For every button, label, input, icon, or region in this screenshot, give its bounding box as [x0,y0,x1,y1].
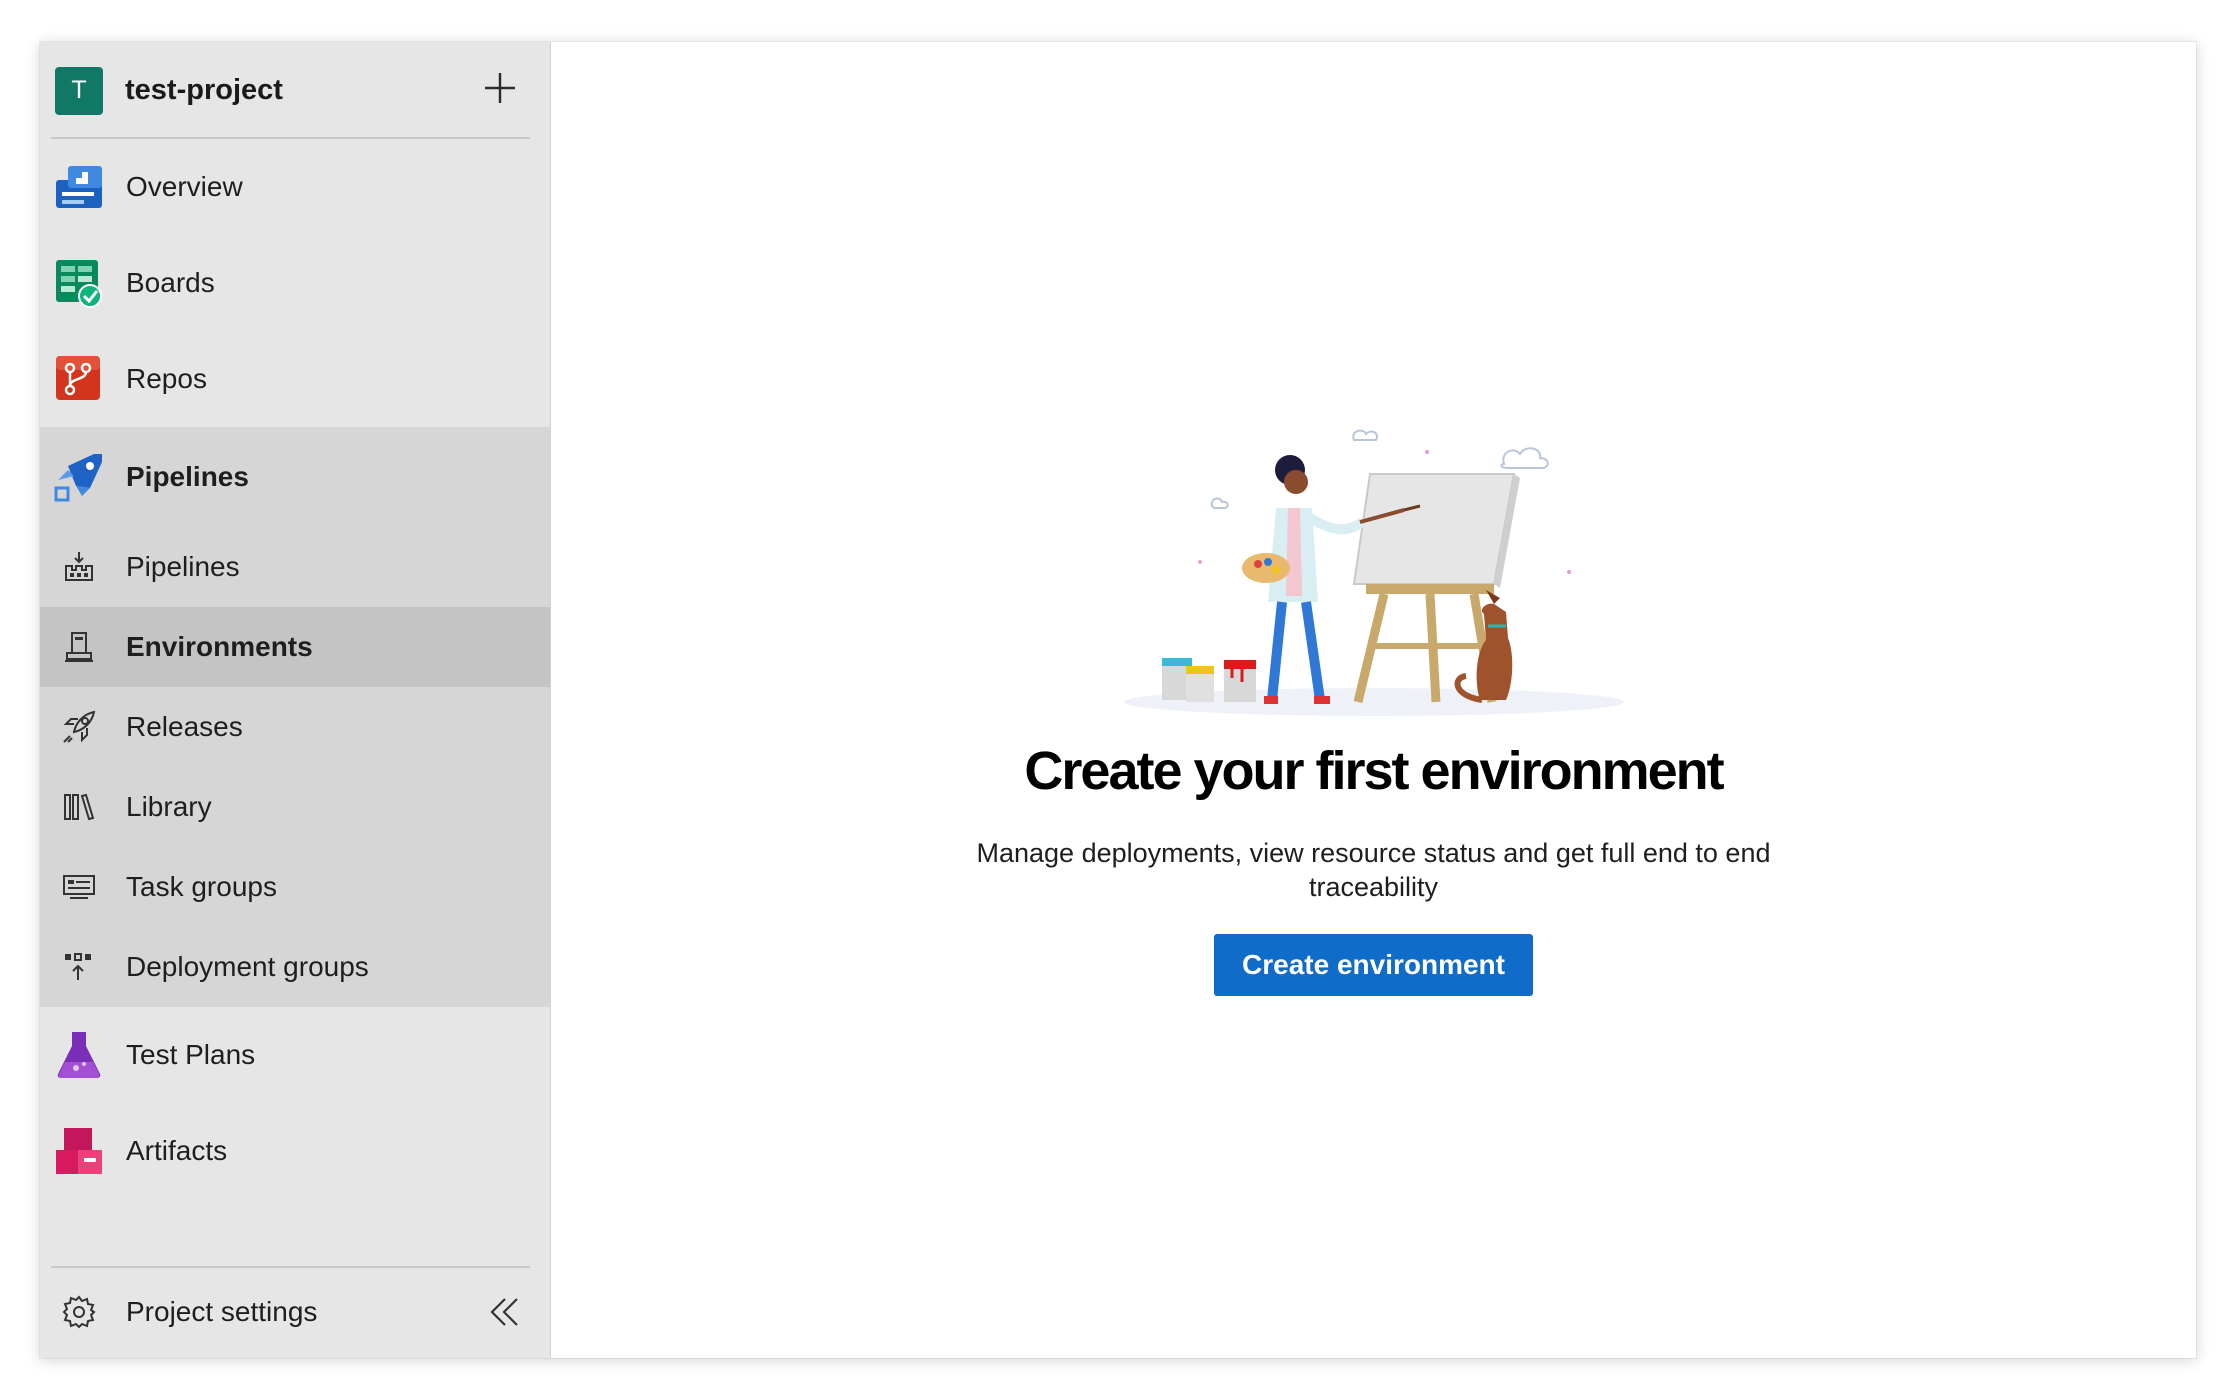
artifacts-icon [56,1128,102,1174]
sidebar: T test-project Overview Boards Repos Pip… [40,42,551,1358]
sidebar-nav: Overview Boards Repos [40,139,550,427]
sidebar-subitem-pipelines[interactable]: Pipelines [40,527,550,607]
test-plans-icon [57,1032,101,1078]
overview-icon [56,166,102,208]
add-icon[interactable] [480,68,520,108]
library-icon [64,793,95,821]
sidebar-subitem-releases[interactable]: Releases [40,687,550,767]
project-settings[interactable]: Project settings [40,1266,550,1358]
gear-icon [62,1295,96,1329]
project-avatar: T [55,66,103,115]
environments-icon [65,632,93,662]
sidebar-subitem-label: Library [126,791,212,822]
sidebar-subitem-task-groups[interactable]: Task groups [40,847,550,927]
sidebar-item-label: Overview [126,171,243,202]
project-header[interactable]: T test-project [40,42,550,139]
sidebar-subitem-environments[interactable]: Environments [40,607,550,687]
project-name: test-project [125,74,283,106]
sidebar-subitem-label: Pipelines [126,551,240,582]
app-window: T test-project Overview Boards Repos Pip… [40,42,2196,1358]
sidebar-item-label: Artifacts [126,1135,228,1166]
sidebar-item-test-plans[interactable]: Test Plans [40,1007,550,1103]
task-groups-icon [63,875,95,899]
sidebar-subitem-label: Releases [126,711,243,742]
sidebar-item-repos[interactable]: Repos [40,331,550,427]
sidebar-subitem-label: Deployment groups [126,951,369,982]
sidebar-subitem-label: Environments [126,631,313,662]
sidebar-subitem-label: Task groups [126,871,277,902]
sidebar-subitem-deployment-groups[interactable]: Deployment groups [40,927,550,1007]
collapse-sidebar-icon[interactable] [484,1292,524,1332]
pipelines-group: Pipelines Pipelines Environments Release… [40,427,550,1007]
empty-state: Create your first environment Manage dep… [551,382,2196,996]
sidebar-subitem-library[interactable]: Library [40,767,550,847]
empty-state-description: Manage deployments, view resource status… [976,838,1771,902]
painter-illustration [1123,429,1624,716]
sidebar-item-label: Repos [126,363,207,394]
rocket-icon [63,710,96,743]
boards-icon [56,260,102,308]
pipelines-icon [54,454,102,502]
main-content: Create your first environment Manage dep… [551,42,2196,1358]
sidebar-item-label: Test Plans [126,1039,256,1070]
empty-state-title: Create your first environment [1024,741,1724,801]
pipelines-sub-icon [65,552,93,581]
sidebar-item-overview[interactable]: Overview [40,139,550,235]
repos-icon [56,356,100,400]
create-environment-button[interactable]: Create environment [1214,934,1533,996]
deployment-groups-icon [65,953,91,980]
sidebar-nav-lower: Test Plans Artifacts [40,1007,550,1199]
sidebar-item-label: Pipelines [126,461,249,492]
sidebar-item-label: Boards [126,267,215,298]
project-settings-label: Project settings [126,1296,318,1327]
sidebar-item-artifacts[interactable]: Artifacts [40,1103,550,1199]
sidebar-item-boards[interactable]: Boards [40,235,550,331]
sidebar-item-pipelines[interactable]: Pipelines [40,427,550,527]
